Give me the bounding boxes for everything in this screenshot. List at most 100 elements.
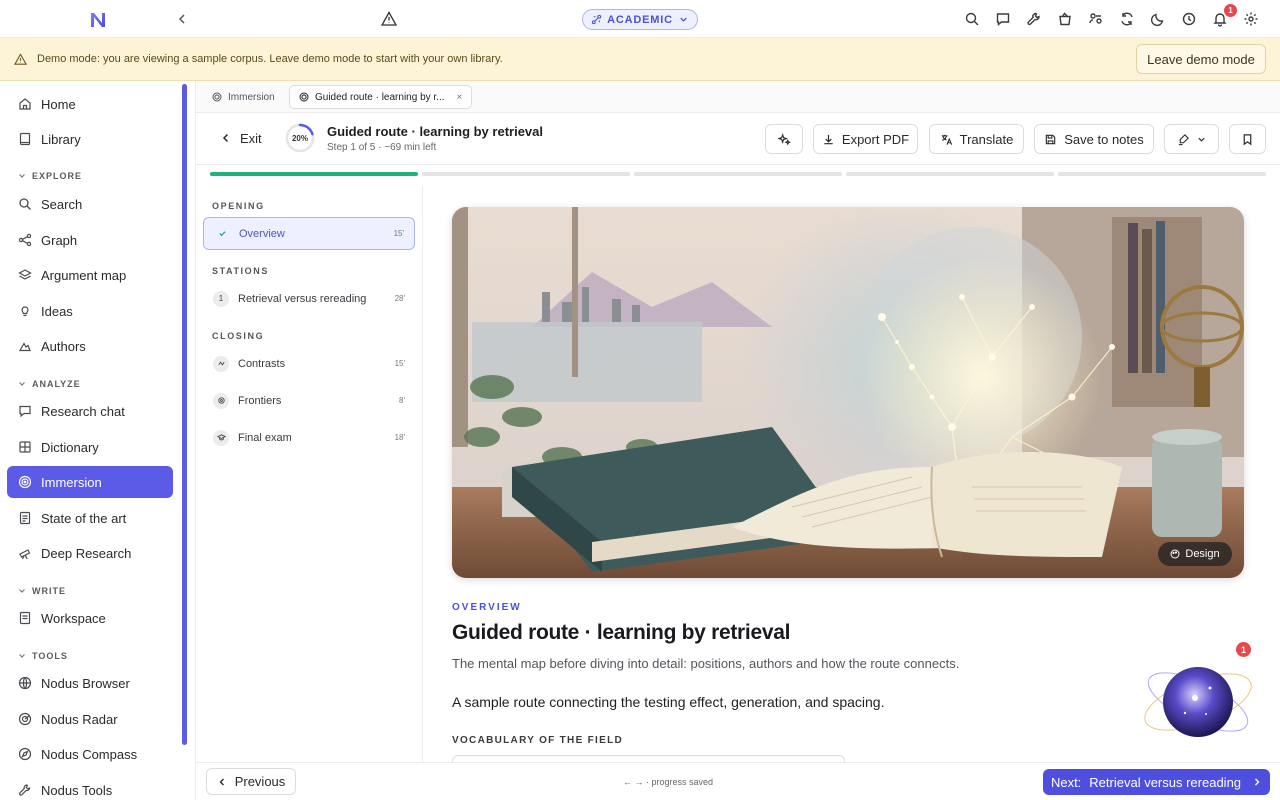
wrench-icon[interactable] — [1025, 9, 1043, 29]
sidebar-item-label: State of the art — [41, 510, 127, 526]
download-icon — [824, 134, 833, 144]
progress-percent: 20% — [291, 133, 308, 143]
tab-bar: Immersion Guided route · learning by r..… — [196, 81, 1280, 113]
export-pdf-button[interactable]: Export PDF — [813, 124, 918, 154]
sidebar-scrollbar[interactable] — [182, 84, 187, 745]
sidebar-item-research-chat[interactable]: Research chat — [7, 395, 173, 427]
section-explore[interactable]: EXPLORE — [18, 171, 82, 181]
chevron-down-icon — [680, 17, 687, 22]
sidebar-item-label: Nodus Browser — [41, 675, 130, 691]
frontier-icon — [213, 392, 229, 409]
chevron-left-icon — [219, 778, 224, 785]
chevron-down-icon — [19, 589, 25, 593]
chevron-down-icon — [19, 654, 25, 658]
save-to-notes-button[interactable]: Save to notes — [1034, 124, 1154, 154]
warning-icon[interactable] — [380, 10, 398, 28]
bulb-icon — [21, 306, 29, 317]
step-label: Frontiers — [238, 394, 282, 407]
step-duration: 15' — [394, 359, 405, 368]
sparkle-icon — [777, 132, 791, 146]
sidebar-item-deep-research[interactable]: Deep Research — [7, 537, 173, 569]
footer-nav: Previous ← → · progress saved Next: Retr… — [196, 762, 1280, 800]
sidebar-item-dictionary[interactable]: Dictionary — [7, 431, 173, 463]
sidebar-item-label: Dictionary — [41, 439, 99, 455]
sidebar-item-nodus-tools[interactable]: Nodus Tools — [7, 774, 173, 800]
chevron-down-icon — [1198, 137, 1205, 142]
collapse-sidebar-icon[interactable] — [174, 11, 190, 27]
sidebar-item-graph[interactable]: Graph — [7, 224, 173, 256]
cap-icon — [213, 429, 229, 446]
close-icon[interactable]: × — [457, 92, 463, 103]
layers-icon — [18, 269, 32, 280]
route-subtitle: Step 1 of 5 · ~69 min left — [327, 142, 437, 153]
step-item-retrieval[interactable]: 1 Retrieval versus rereading 28' — [203, 282, 415, 315]
users-icon[interactable] — [1087, 9, 1105, 29]
step-item-contrasts[interactable]: Contrasts 15' — [203, 347, 415, 380]
translate-icon — [941, 134, 952, 145]
clock-icon[interactable] — [1180, 9, 1198, 29]
tab-guided-route[interactable]: Guided route · learning by r... × — [289, 85, 473, 109]
previous-button[interactable]: Previous — [206, 768, 296, 795]
home-icon — [19, 98, 31, 110]
bag-icon[interactable] — [1056, 9, 1074, 29]
sidebar-item-label: Nodus Compass — [41, 746, 138, 762]
chat-icon[interactable] — [994, 9, 1012, 29]
step-item-overview[interactable]: Overview 15' — [203, 217, 415, 250]
exit-button[interactable]: Exit — [220, 127, 262, 149]
bell-icon[interactable]: 1 — [1211, 4, 1237, 29]
search-icon[interactable] — [963, 9, 981, 29]
sidebar-item-home[interactable]: Home — [7, 88, 173, 120]
vocabulary-heading: VOCABULARY OF THE FIELD — [452, 735, 624, 746]
bookmark-icon — [1243, 133, 1252, 145]
sidebar-item-state-of-the-art[interactable]: State of the art — [7, 502, 173, 534]
wrench-icon — [19, 784, 31, 796]
sidebar-item-nodus-radar[interactable]: Nodus Radar — [7, 703, 173, 735]
route-title: Guided route · learning by retrieval — [327, 124, 543, 139]
content-summary: A sample route connecting the testing ef… — [452, 694, 885, 710]
sidebar-item-workspace[interactable]: Workspace — [7, 602, 173, 634]
moon-icon[interactable] — [1149, 9, 1167, 29]
section-write[interactable]: WRITE — [18, 586, 66, 596]
sync-icon[interactable] — [1118, 9, 1136, 29]
step-item-final-exam[interactable]: Final exam 18' — [203, 421, 415, 454]
check-icon — [214, 226, 230, 242]
steps-section-opening: OPENING — [212, 201, 265, 211]
sidebar-item-label: Research chat — [41, 403, 125, 419]
sidebar-item-label: Graph — [41, 232, 78, 248]
next-button[interactable]: Next: Retrieval versus rereading — [1043, 769, 1270, 795]
tab-label: Guided route · learning by r... — [315, 91, 445, 103]
ai-sparkle-button[interactable] — [765, 124, 803, 154]
sidebar-item-label: Immersion — [41, 474, 102, 490]
sidebar-item-label: Library — [41, 131, 81, 147]
sidebar-item-argument-map[interactable]: Argument map — [7, 259, 173, 291]
tab-immersion[interactable]: Immersion — [203, 85, 284, 109]
target-icon — [212, 92, 222, 102]
sidebar-item-label: Search — [41, 196, 83, 212]
sidebar-item-library[interactable]: Library — [7, 123, 173, 155]
sidebar-item-immersion[interactable]: Immersion — [7, 466, 173, 498]
mode-selector[interactable]: ACADEMIC — [582, 9, 698, 30]
progress-ring: 20% — [285, 123, 315, 153]
step-item-frontiers[interactable]: Frontiers 8' — [203, 384, 415, 417]
sidebar-item-label: Ideas — [41, 303, 73, 319]
section-tools[interactable]: TOOLS — [18, 651, 68, 661]
sidebar-item-nodus-browser[interactable]: Nodus Browser — [7, 667, 173, 699]
section-analyze[interactable]: ANALYZE — [18, 379, 81, 389]
translate-button[interactable]: Translate — [929, 124, 1024, 154]
design-button[interactable]: Design — [1158, 542, 1232, 566]
sidebar-item-search[interactable]: Search — [7, 188, 173, 220]
notification-badge: 1 — [1224, 4, 1237, 17]
highlighter-icon — [1178, 133, 1189, 145]
sidebar-item-authors[interactable]: Authors — [7, 330, 173, 362]
sidebar-item-label: Home — [41, 96, 76, 112]
step-duration: 18' — [394, 433, 405, 442]
highlight-style-dropdown[interactable] — [1164, 124, 1219, 154]
keyboard-hint: ← → · progress saved — [623, 777, 714, 787]
gear-icon[interactable] — [1242, 9, 1260, 29]
bookmark-button[interactable] — [1229, 124, 1266, 154]
nodus-logo[interactable] — [88, 10, 108, 30]
sidebar-item-ideas[interactable]: Ideas — [7, 295, 173, 327]
assistant-orb[interactable] — [1140, 648, 1258, 752]
leave-demo-button[interactable]: Leave demo mode — [1136, 44, 1266, 74]
sidebar-item-nodus-compass[interactable]: Nodus Compass — [7, 738, 173, 770]
